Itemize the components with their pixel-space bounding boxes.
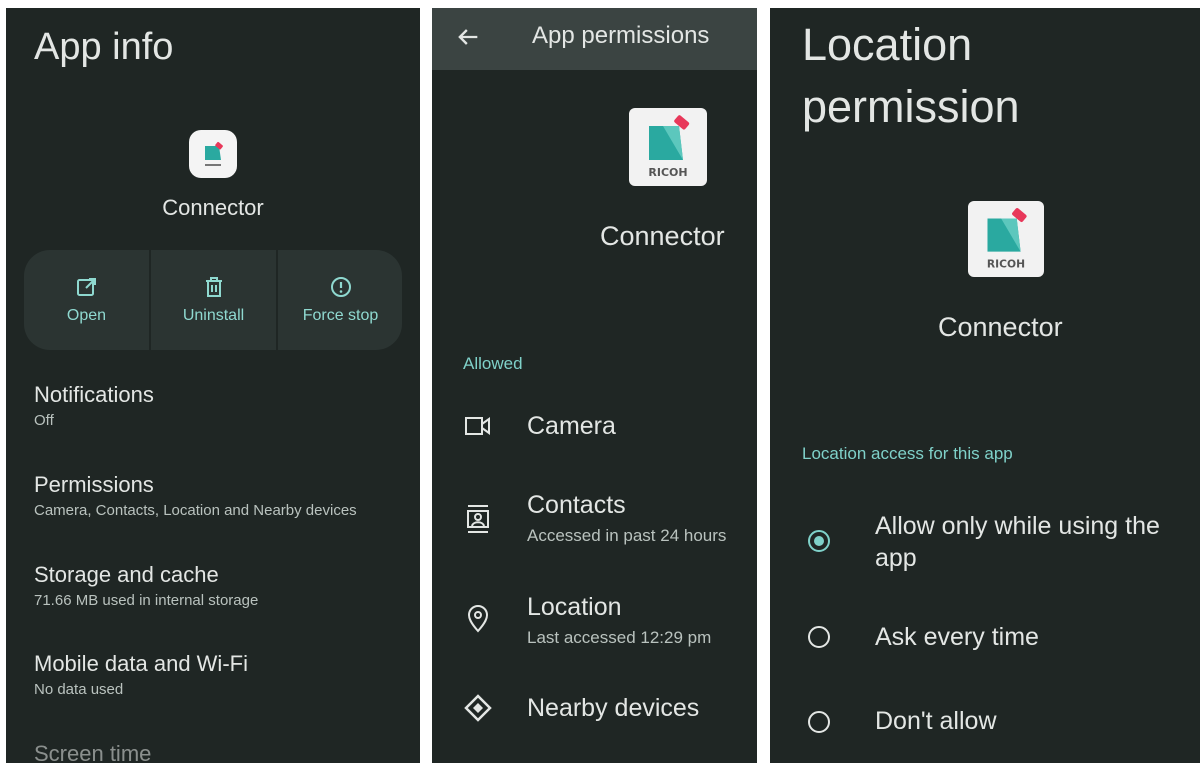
nearby-devices-icon bbox=[464, 694, 492, 727]
location-pin-icon bbox=[464, 604, 492, 639]
setting-storage[interactable]: Storage and cache 71.66 MB used in inter… bbox=[34, 562, 258, 609]
setting-permissions[interactable]: Permissions Camera, Contacts, Location a… bbox=[34, 472, 357, 519]
permission-location[interactable]: Location Last accessed 12:29 pm bbox=[527, 593, 711, 648]
section-header-allowed: Allowed bbox=[463, 354, 523, 373]
setting-screen-time[interactable]: Screen time bbox=[34, 741, 151, 763]
permission-camera[interactable]: Camera bbox=[527, 412, 616, 441]
app-name: Connector bbox=[600, 221, 725, 251]
permission-subtitle: Last accessed 12:29 pm bbox=[527, 628, 712, 647]
open-label: Open bbox=[66, 307, 107, 324]
permission-nearby-devices[interactable]: Nearby devices bbox=[527, 694, 699, 723]
action-buttons-card: Open Uninstall Force stop bbox=[24, 250, 402, 350]
setting-subtitle: Camera, Contacts, Location and Nearby de… bbox=[34, 502, 357, 519]
setting-title: Mobile data and Wi-Fi bbox=[34, 651, 248, 676]
radio-dont-allow[interactable] bbox=[808, 711, 830, 733]
force-stop-button[interactable]: Force stop bbox=[278, 250, 402, 350]
option-allow-while-using[interactable]: Allow only while using the app bbox=[875, 510, 1185, 574]
setting-subtitle: 71.66 MB used in internal storage bbox=[34, 592, 259, 609]
arrow-back-icon bbox=[458, 29, 478, 45]
svg-text:RICOH: RICOH bbox=[987, 257, 1025, 270]
app-icon bbox=[189, 130, 237, 178]
trash-icon bbox=[205, 277, 222, 297]
camera-icon bbox=[464, 414, 492, 443]
setting-notifications[interactable]: Notifications Off bbox=[34, 382, 154, 429]
permission-title: Location bbox=[527, 593, 622, 621]
setting-subtitle: No data used bbox=[34, 681, 124, 698]
setting-title: Notifications bbox=[34, 382, 154, 407]
permission-subtitle: Accessed in past 24 hours bbox=[527, 526, 727, 545]
radio-ask-every-time[interactable] bbox=[808, 626, 830, 648]
page-title: App info bbox=[34, 26, 174, 68]
ricoh-logo-icon: RICOH bbox=[648, 115, 690, 179]
app-permissions-screen: App permissions RICOH Connector Allowed … bbox=[432, 8, 757, 763]
open-external-icon bbox=[76, 278, 96, 296]
app-info-screen: App info Connector Open Uninstall Force … bbox=[6, 8, 420, 763]
app-icon: RICOH bbox=[629, 108, 707, 186]
permission-title: Contacts bbox=[527, 491, 626, 519]
open-button[interactable]: Open bbox=[24, 250, 149, 350]
uninstall-button[interactable]: Uninstall bbox=[151, 250, 276, 350]
app-icon: RICOH bbox=[968, 201, 1044, 277]
ricoh-logo-icon bbox=[205, 141, 223, 166]
page-title-line1: Location bbox=[802, 19, 973, 70]
app-name: Connector bbox=[162, 195, 264, 220]
option-ask-every-time[interactable]: Ask every time bbox=[875, 621, 1185, 653]
app-name: Connector bbox=[938, 312, 1063, 342]
contacts-icon bbox=[464, 504, 492, 539]
force-stop-label: Force stop bbox=[302, 307, 379, 324]
uninstall-label: Uninstall bbox=[182, 307, 245, 324]
page-title: App permissions bbox=[532, 22, 710, 49]
setting-title: Storage and cache bbox=[34, 562, 219, 587]
permission-contacts[interactable]: Contacts Accessed in past 24 hours bbox=[527, 491, 726, 546]
setting-title: Permissions bbox=[34, 472, 154, 497]
page-title: Location permission bbox=[802, 14, 1020, 138]
svg-text:RICOH: RICOH bbox=[648, 166, 687, 179]
permission-title: Camera bbox=[527, 412, 616, 440]
setting-mobile-data[interactable]: Mobile data and Wi-Fi No data used bbox=[34, 651, 248, 698]
location-permission-screen: Location permission RICOH Connector Loca… bbox=[770, 8, 1200, 763]
section-header-location-access: Location access for this app bbox=[802, 444, 1013, 463]
permission-title: Nearby devices bbox=[527, 694, 700, 722]
back-button[interactable] bbox=[454, 23, 482, 56]
setting-subtitle: Off bbox=[34, 412, 54, 429]
alert-circle-icon bbox=[330, 277, 351, 297]
setting-title: Screen time bbox=[34, 741, 152, 763]
option-dont-allow[interactable]: Don't allow bbox=[875, 705, 1185, 737]
page-title-line2: permission bbox=[802, 81, 1020, 132]
radio-allow-while-using[interactable] bbox=[808, 530, 830, 552]
ricoh-logo-icon: RICOH bbox=[987, 208, 1027, 270]
